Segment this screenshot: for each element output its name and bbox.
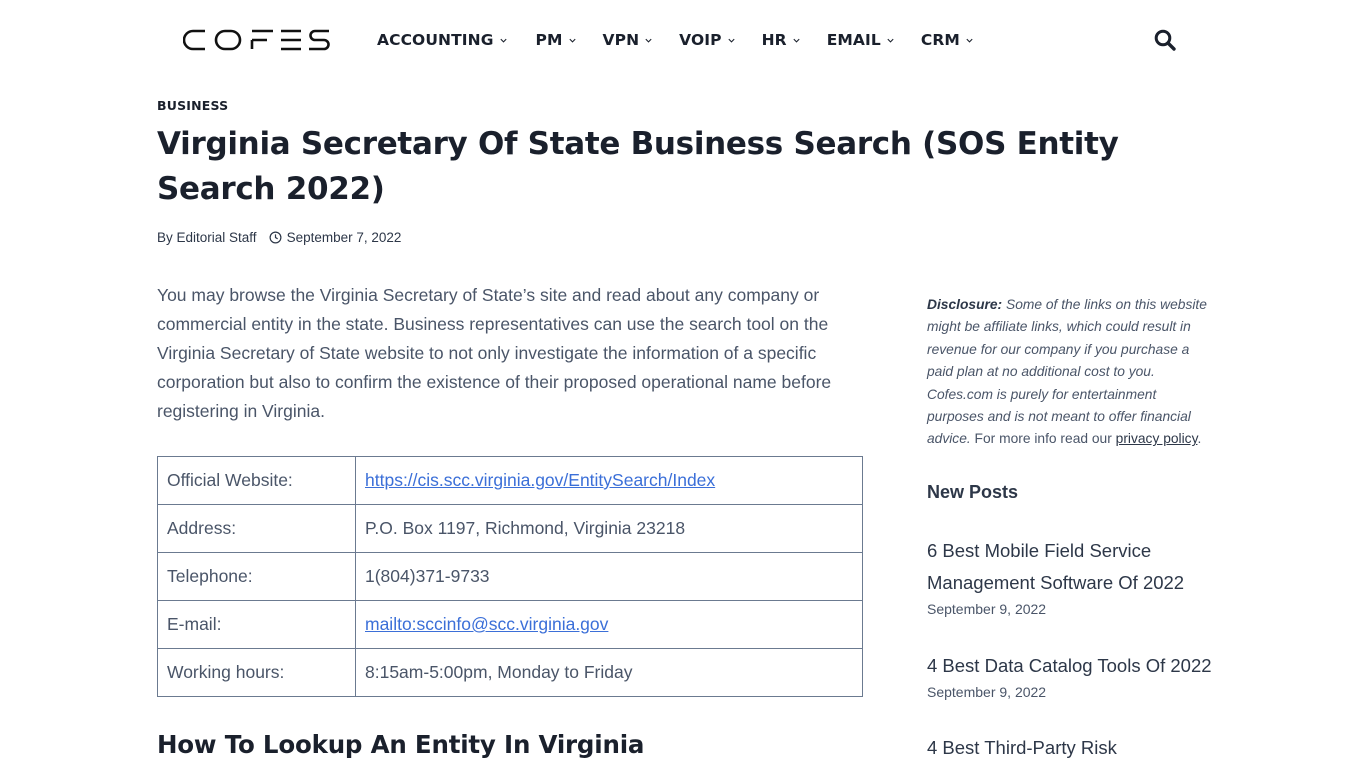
- chevron-down-icon: [793, 38, 800, 43]
- nav-item-accounting[interactable]: ACCOUNTING: [377, 31, 508, 49]
- nav-item-vpn[interactable]: VPN: [603, 31, 654, 49]
- nav-item-voip[interactable]: VOIP: [679, 31, 735, 49]
- privacy-policy-link[interactable]: privacy policy: [1116, 431, 1198, 446]
- intro-paragraph: You may browse the Virginia Secretary of…: [157, 285, 832, 421]
- nav-label: CRM: [920, 31, 960, 49]
- list-item: 6 Best Mobile Field Service Management S…: [927, 535, 1212, 617]
- chevron-down-icon: [499, 38, 507, 43]
- main-nav: ACCOUNTING PM VPN VOIP HR EMAIL CRM: [377, 28, 974, 52]
- nav-item-hr[interactable]: HR: [762, 31, 801, 49]
- disclosure-body: Some of the links on this website might …: [927, 297, 1207, 447]
- new-posts-heading: New Posts: [927, 482, 1019, 502]
- post-meta: By Editorial Staff September 7, 2022: [157, 230, 401, 245]
- chevron-down-icon: [728, 38, 735, 43]
- row-value: P.O. Box 1197, Richmond, Virginia 23218: [355, 504, 863, 553]
- row-label: Working hours:: [157, 648, 356, 697]
- disclosure-label: Disclosure:: [927, 297, 1003, 312]
- section-heading: How To Lookup An Entity In Virginia: [157, 730, 645, 759]
- post-date: September 7, 2022: [286, 230, 402, 245]
- search-icon: [1154, 29, 1176, 51]
- row-value: 1(804)371-9733: [355, 552, 863, 601]
- post-title-link[interactable]: 6 Best Mobile Field Service Management S…: [927, 535, 1212, 599]
- post-date: September 9, 2022: [927, 601, 1047, 617]
- site-logo[interactable]: [183, 27, 331, 53]
- clock-icon: [269, 231, 282, 244]
- table-row: Working hours: 8:15am-5:00pm, Monday to …: [157, 648, 863, 697]
- nav-label: EMAIL: [826, 31, 881, 49]
- chevron-down-icon: [966, 38, 973, 43]
- nav-item-email[interactable]: EMAIL: [827, 31, 895, 49]
- list-item: 4 Best Data Catalog Tools Of 2022 Septem…: [927, 650, 1212, 700]
- nav-label: VPN: [602, 31, 640, 49]
- row-label: Telephone:: [157, 552, 356, 601]
- post-title-link[interactable]: 4 Best Third-Party Risk: [927, 732, 1212, 764]
- category-link[interactable]: BUSINESS: [157, 98, 228, 113]
- info-table: Official Website: https://cis.scc.virgin…: [157, 456, 863, 697]
- nav-label: VOIP: [679, 31, 722, 49]
- disclosure-end: .: [1197, 431, 1202, 447]
- row-value: 8:15am-5:00pm, Monday to Friday: [355, 648, 863, 697]
- nav-item-crm[interactable]: CRM: [921, 31, 974, 49]
- row-label: Official Website:: [157, 456, 356, 505]
- official-website-link[interactable]: https://cis.scc.virginia.gov/EntitySearc…: [365, 470, 715, 490]
- chevron-down-icon: [887, 38, 894, 43]
- table-row: Official Website: https://cis.scc.virgin…: [157, 456, 863, 505]
- search-button[interactable]: [1153, 28, 1177, 52]
- author-link[interactable]: By Editorial Staff: [157, 230, 257, 245]
- page-title: Virginia Secretary Of State Business Sea…: [157, 126, 1119, 207]
- table-row: Telephone: 1(804)371-9733: [157, 552, 863, 601]
- row-value: mailto:sccinfo@scc.virginia.gov: [355, 600, 863, 649]
- email-link[interactable]: mailto:sccinfo@scc.virginia.gov: [365, 614, 608, 634]
- chevron-down-icon: [645, 38, 652, 43]
- site-header: ACCOUNTING PM VPN VOIP HR EMAIL CRM: [0, 0, 1366, 80]
- table-row: Address: P.O. Box 1197, Richmond, Virgin…: [157, 504, 863, 553]
- nav-label: ACCOUNTING: [377, 31, 494, 49]
- list-item: 4 Best Third-Party Risk: [927, 732, 1212, 764]
- nav-item-pm[interactable]: PM: [536, 31, 577, 49]
- table-row: E-mail: mailto:sccinfo@scc.virginia.gov: [157, 600, 863, 649]
- cofes-logo-icon: [183, 29, 330, 51]
- row-value: https://cis.scc.virginia.gov/EntitySearc…: [355, 456, 863, 505]
- row-label: E-mail:: [157, 600, 356, 649]
- post-title-link[interactable]: 4 Best Data Catalog Tools Of 2022: [927, 650, 1212, 682]
- chevron-down-icon: [568, 38, 576, 43]
- disclosure-more: For more info read our: [970, 431, 1116, 447]
- nav-label: PM: [535, 31, 563, 49]
- disclosure-text: Disclosure: Some of the links on this we…: [927, 294, 1212, 451]
- post-date: September 9, 2022: [927, 684, 1047, 700]
- row-label: Address:: [157, 504, 356, 553]
- nav-label: HR: [761, 31, 787, 49]
